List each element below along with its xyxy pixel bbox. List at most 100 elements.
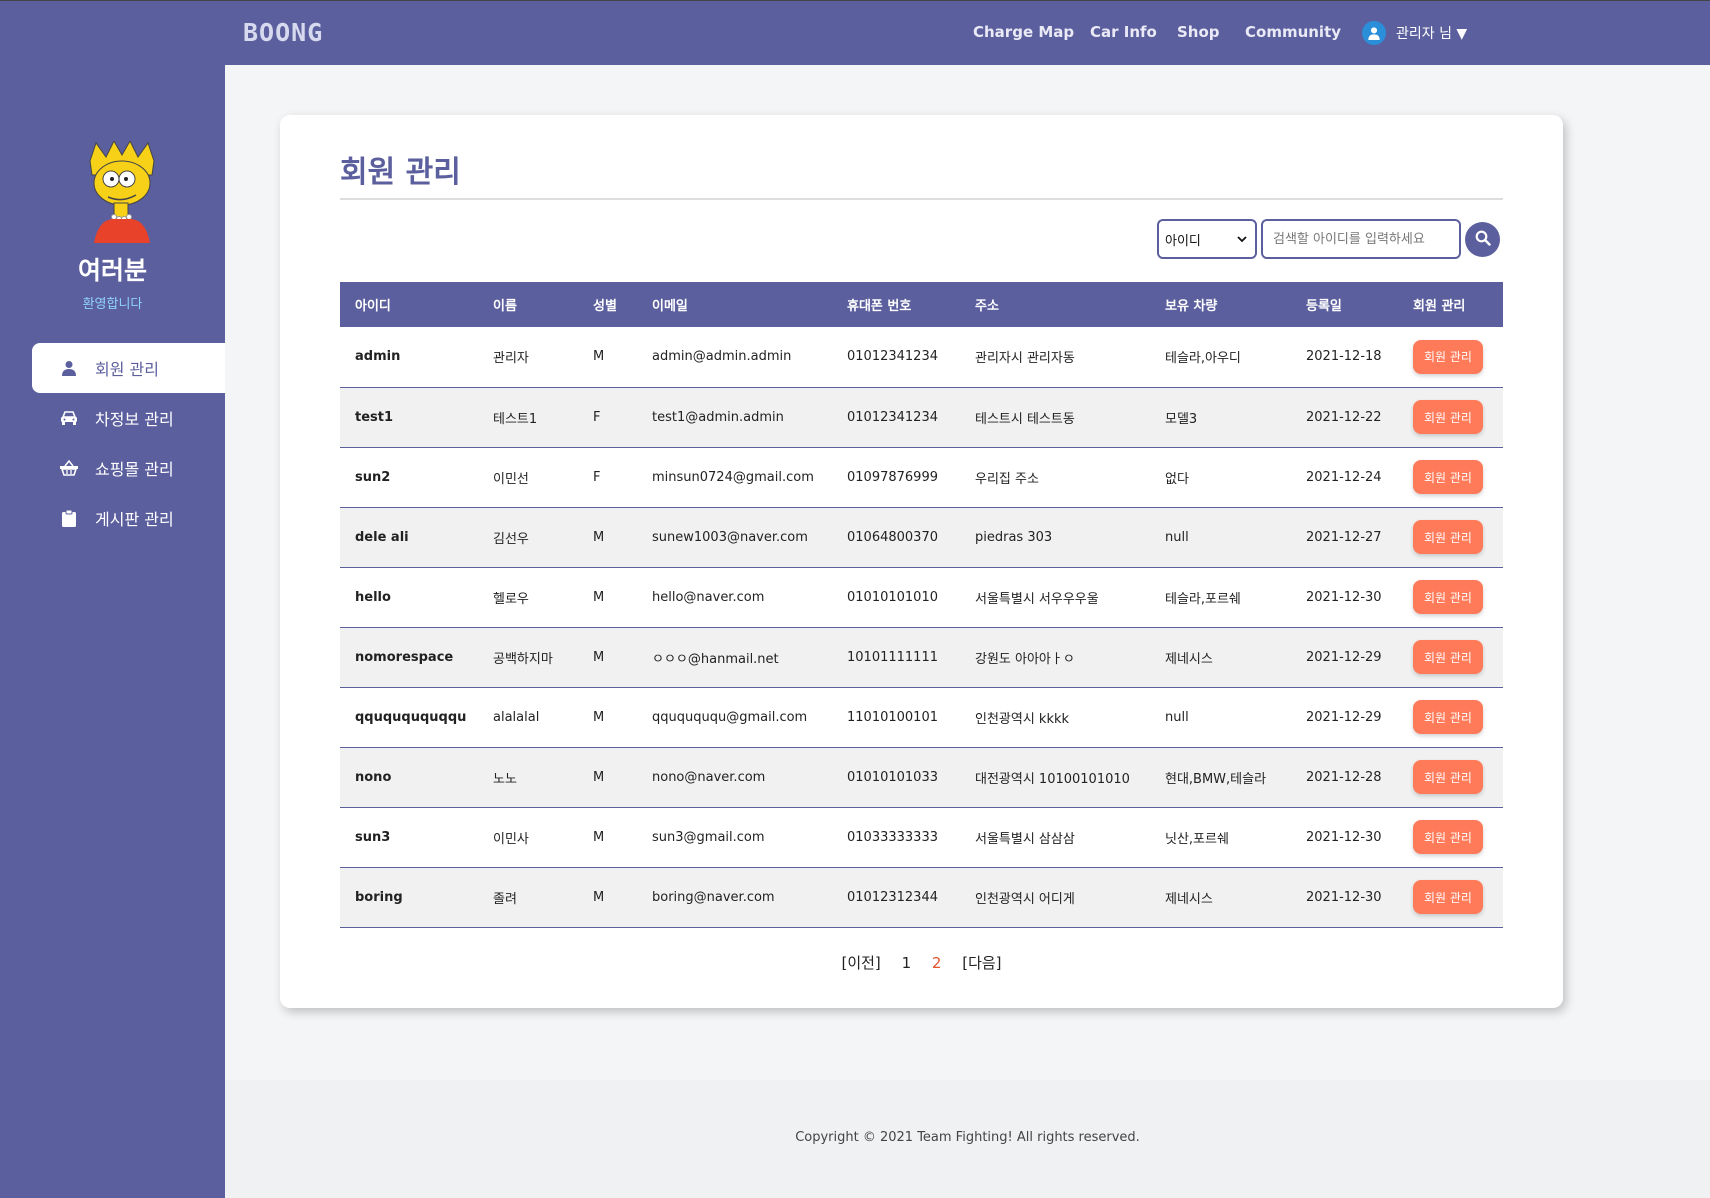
sidebar-item-members[interactable]: 회원 관리	[32, 343, 225, 393]
welcome-subtitle: 환영합니다	[82, 297, 143, 312]
cell-address: piedras 303	[975, 529, 1053, 545]
cell-email: minsun0724@gmail.com	[652, 469, 814, 485]
user-menu-label: 관리자 님 ▼	[1396, 26, 1468, 42]
cell-id: sun2	[355, 469, 391, 485]
user-avatar-icon	[1362, 21, 1386, 45]
table-row: boring 졸려 Mboring@naver.com 01012312344 인천광역…	[340, 867, 1503, 927]
user-menu[interactable]: 관리자 님 ▼	[1362, 21, 1467, 45]
cell-cars: 닛산,포르쉐	[1165, 831, 1229, 847]
cell-action: 회원 관리	[1398, 807, 1503, 867]
cell-email: sunew1003@naver.com	[652, 529, 808, 545]
cell-cars: 모델3	[1165, 411, 1198, 427]
table-row: nono 노노 Mnono@naver.com 01010101033 대전광역시 10…	[340, 747, 1503, 807]
manage-member-button[interactable]: 회원 관리	[1413, 460, 1483, 494]
cell-address: 인천광역시 kkkk	[975, 711, 1070, 727]
search-field-select[interactable]: 아이디	[1157, 219, 1257, 259]
cell-name: alalalal	[493, 709, 540, 725]
cell-name: 공백하지마	[493, 651, 553, 667]
table-row: test1 테스트1 Ftest1@admin.admin 01012341234 테스…	[340, 387, 1503, 447]
column-header: 아이디	[355, 299, 391, 314]
chevron-down-icon	[1237, 232, 1247, 247]
cell-action: 회원 관리	[1398, 567, 1503, 627]
cell-gender: F	[593, 409, 601, 425]
table-row: dele ali 김선우 Msunew1003@naver.com 010648003…	[340, 507, 1503, 567]
sidebar-item-label: 차정보 관리	[95, 410, 174, 429]
cell-registered: 2021-12-29	[1306, 649, 1382, 665]
sidebar-nav: 회원 관리 차정보 관리 쇼핑몰 관리 게시판 관리	[32, 343, 225, 543]
sidebar-item-cars[interactable]: 차정보 관리	[32, 393, 225, 443]
pager-next[interactable]: [다음]	[962, 954, 1001, 972]
sidebar-item-board[interactable]: 게시판 관리	[32, 493, 225, 543]
cell-cars: 테슬라,아우디	[1165, 351, 1241, 367]
cell-action: 회원 관리	[1398, 627, 1503, 687]
sidebar-item-label: 게시판 관리	[95, 510, 174, 529]
cell-phone: 10101111111	[847, 649, 938, 665]
table-row: sun2 이민선 Fminsun0724@gmail.com 01097876999 우…	[340, 447, 1503, 507]
manage-member-button[interactable]: 회원 관리	[1413, 880, 1483, 914]
cell-phone: 01010101010	[847, 589, 938, 605]
column-header: 성별	[593, 299, 617, 314]
cell-name: 이민사	[493, 831, 529, 847]
cell-phone: 01012341234	[847, 349, 938, 365]
column-header: 주소	[975, 299, 999, 314]
manage-member-button[interactable]: 회원 관리	[1413, 820, 1483, 854]
cell-id: nono	[355, 769, 392, 785]
pager-page-1[interactable]: 1	[902, 954, 912, 972]
manage-member-button[interactable]: 회원 관리	[1413, 339, 1483, 374]
manage-member-button[interactable]: 회원 관리	[1413, 640, 1483, 674]
member-management-card: 회원 관리 아이디 아이디이름성별이메일휴대폰 번호주소보유 차량등록일회원 관…	[280, 115, 1563, 1008]
cell-cars: null	[1165, 709, 1189, 725]
nav-shop[interactable]: Shop	[1177, 23, 1220, 41]
table-header-row: 아이디 이름 성별 이메일 휴대폰 번호 주소 보유 차량 등록일 회원 관리	[340, 282, 1503, 327]
cell-name: 관리자	[493, 351, 529, 367]
table-row: admin 관리자 Madmin@admin.admin 01012341234 관리자…	[340, 327, 1503, 387]
top-header: BOONG Charge Map Car Info Shop Community…	[225, 0, 1710, 65]
nav-community[interactable]: Community	[1245, 23, 1341, 41]
members-table: 아이디 이름 성별 이메일 휴대폰 번호 주소 보유 차량 등록일 회원 관리 admin 관리자…	[340, 282, 1503, 928]
manage-member-button[interactable]: 회원 관리	[1413, 760, 1483, 794]
cell-name: 졸려	[493, 891, 517, 907]
search-button[interactable]	[1465, 222, 1500, 257]
manage-member-button[interactable]: 회원 관리	[1413, 520, 1483, 554]
column-header: 회원 관리	[1413, 299, 1466, 314]
cell-registered: 2021-12-28	[1306, 769, 1382, 785]
cell-action: 회원 관리	[1398, 867, 1503, 927]
cell-cars: 제네시스	[1165, 651, 1213, 667]
cell-email: sun3@gmail.com	[652, 829, 765, 845]
cell-id: hello	[355, 589, 391, 605]
manage-member-button[interactable]: 회원 관리	[1413, 580, 1483, 614]
cell-action: 회원 관리	[1398, 387, 1503, 447]
nav-charge-map[interactable]: Charge Map	[973, 23, 1074, 41]
cell-action: 회원 관리	[1398, 447, 1503, 507]
cell-gender: M	[593, 829, 605, 845]
pager-prev[interactable]: [이전]	[841, 954, 880, 972]
sidebar-item-shop[interactable]: 쇼핑몰 관리	[32, 443, 225, 493]
cell-gender: M	[593, 709, 605, 725]
cell-email: hello@naver.com	[652, 589, 765, 605]
manage-member-button[interactable]: 회원 관리	[1413, 700, 1483, 734]
column-header: 이름	[493, 299, 517, 314]
cell-email: qququququ@gmail.com	[652, 709, 808, 725]
cell-email: ㅇㅇㅇ@hanmail.net	[652, 651, 779, 667]
search-input[interactable]	[1261, 219, 1461, 259]
cell-gender: F	[593, 469, 601, 485]
cell-registered: 2021-12-30	[1306, 829, 1382, 845]
nav-car-info[interactable]: Car Info	[1090, 23, 1157, 41]
cell-cars: null	[1165, 529, 1189, 545]
cell-gender: M	[593, 349, 605, 365]
cell-action: 회원 관리	[1398, 327, 1503, 387]
cell-action: 회원 관리	[1398, 747, 1503, 807]
sidebar-item-label: 쇼핑몰 관리	[95, 460, 174, 479]
pager-page-2-current[interactable]: 2	[932, 954, 942, 972]
cell-registered: 2021-12-29	[1306, 709, 1382, 725]
logo[interactable]: BOONG	[243, 18, 323, 47]
manage-member-button[interactable]: 회원 관리	[1413, 400, 1483, 434]
table-row: qququququqqu alalalal Mqququququ@gmail.com…	[340, 687, 1503, 747]
cell-cars: 현대,BMW,테슬라	[1165, 771, 1267, 787]
cell-name: 노노	[493, 771, 517, 787]
cell-name: 이민선	[493, 471, 529, 487]
copyright-text: Copyright © 2021 Team Fighting! All righ…	[795, 1130, 1140, 1145]
cell-address: 강원도 아아아ㅏㅇ	[975, 651, 1075, 667]
sidebar: 여러분 환영합니다 회원 관리 차정보 관리 쇼핑몰 관리 게시판 관리	[0, 0, 225, 1198]
cell-id: dele ali	[355, 529, 409, 545]
